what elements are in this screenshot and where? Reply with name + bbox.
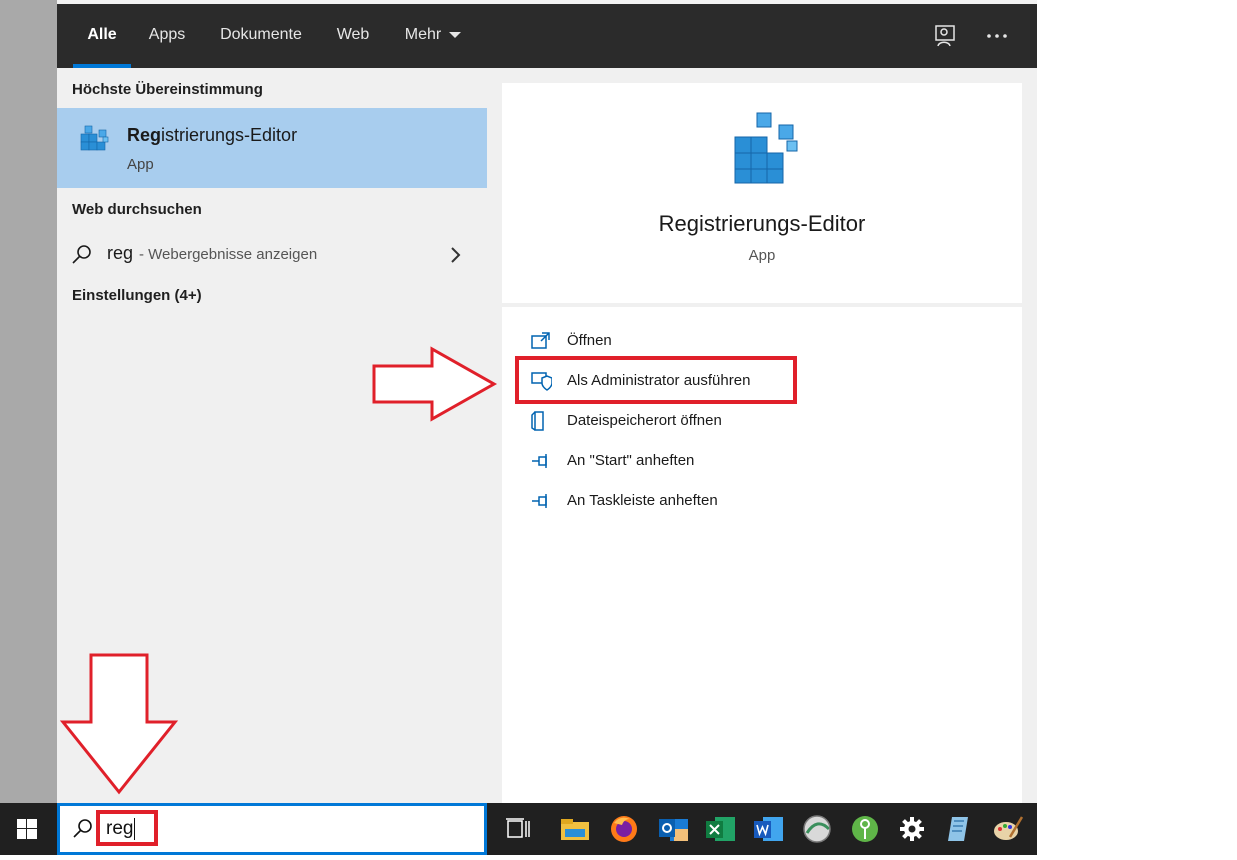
preview-card: Registrierungs-Editor App: [502, 83, 1022, 303]
file-explorer-icon[interactable]: [557, 811, 593, 847]
pin-icon: [532, 454, 547, 468]
task-view-icon[interactable]: [500, 811, 536, 847]
tab-mehr[interactable]: Mehr: [393, 4, 473, 68]
web-search-result[interactable]: reg - Webergebnisse anzeigen: [57, 234, 487, 278]
web-results-hint: - Webergebnisse anzeigen: [139, 246, 318, 263]
tab-apps[interactable]: Apps: [139, 4, 195, 68]
action-open[interactable]: Öffnen: [502, 321, 1022, 361]
settings-gear-icon[interactable]: [894, 811, 930, 847]
excel-icon[interactable]: [703, 811, 739, 847]
pin-icon: [532, 494, 547, 508]
notepad-icon[interactable]: [942, 811, 978, 847]
filter-bar: Alle Apps Dokumente Web Mehr: [57, 4, 1037, 68]
preview-title: Registrierungs-Editor: [658, 211, 866, 236]
tab-dokumente[interactable]: Dokumente: [209, 4, 313, 68]
feedback-icon[interactable]: [929, 20, 961, 52]
action-pin-taskbar-label: An Taskleiste anheften: [567, 492, 718, 509]
windows-logo-icon: [17, 819, 37, 839]
preview-type: App: [748, 247, 776, 264]
desktop-background: [0, 0, 57, 803]
action-pin-taskbar[interactable]: An Taskleiste anheften: [502, 481, 1022, 521]
registry-editor-icon: [80, 125, 109, 151]
firefox-icon[interactable]: [606, 811, 642, 847]
search-icon: [73, 819, 92, 838]
registry-editor-large-icon: [734, 112, 798, 184]
admin-highlight-box: [515, 356, 797, 404]
action-file-location-label: Dateispeicherort öffnen: [567, 412, 722, 429]
tab-web[interactable]: Web: [327, 4, 379, 68]
arrow-down-annotation: [59, 653, 179, 795]
search-icon: [72, 245, 91, 264]
action-open-label: Öffnen: [567, 332, 612, 349]
best-match-result[interactable]: Registrierungs-Editor App: [57, 108, 487, 188]
preview-pane: Registrierungs-Editor App Öffnen Als Adm…: [487, 68, 1037, 803]
action-pin-start-label: An "Start" anheften: [567, 452, 695, 469]
best-match-heading: Höchste Übereinstimmung: [72, 81, 263, 98]
action-pin-start[interactable]: An "Start" anheften: [502, 441, 1022, 481]
network-globe-icon[interactable]: [799, 811, 835, 847]
outlook-icon[interactable]: [656, 811, 692, 847]
arrow-right-annotation: [372, 346, 498, 422]
settings-heading[interactable]: Einstellungen (4+): [72, 287, 202, 304]
keepass-key-icon[interactable]: [847, 811, 883, 847]
paint-icon[interactable]: [990, 811, 1026, 847]
best-match-type: App: [127, 156, 154, 173]
word-icon[interactable]: [751, 811, 787, 847]
action-file-location[interactable]: Dateispeicherort öffnen: [502, 401, 1022, 441]
open-icon: [531, 332, 550, 349]
start-button[interactable]: [0, 803, 56, 855]
tab-mehr-label: Mehr: [404, 26, 442, 43]
file-location-icon: [531, 411, 544, 431]
web-search-heading: Web durchsuchen: [72, 201, 202, 218]
search-highlight-box: [96, 810, 158, 846]
more-options-icon[interactable]: [981, 20, 1013, 52]
tab-alle[interactable]: Alle: [73, 4, 131, 68]
web-query-text: reg: [107, 243, 134, 263]
best-match-title: Registrierungs-Editor: [127, 125, 298, 145]
caret-down-icon: [449, 31, 462, 38]
chevron-right-icon: [451, 247, 461, 263]
